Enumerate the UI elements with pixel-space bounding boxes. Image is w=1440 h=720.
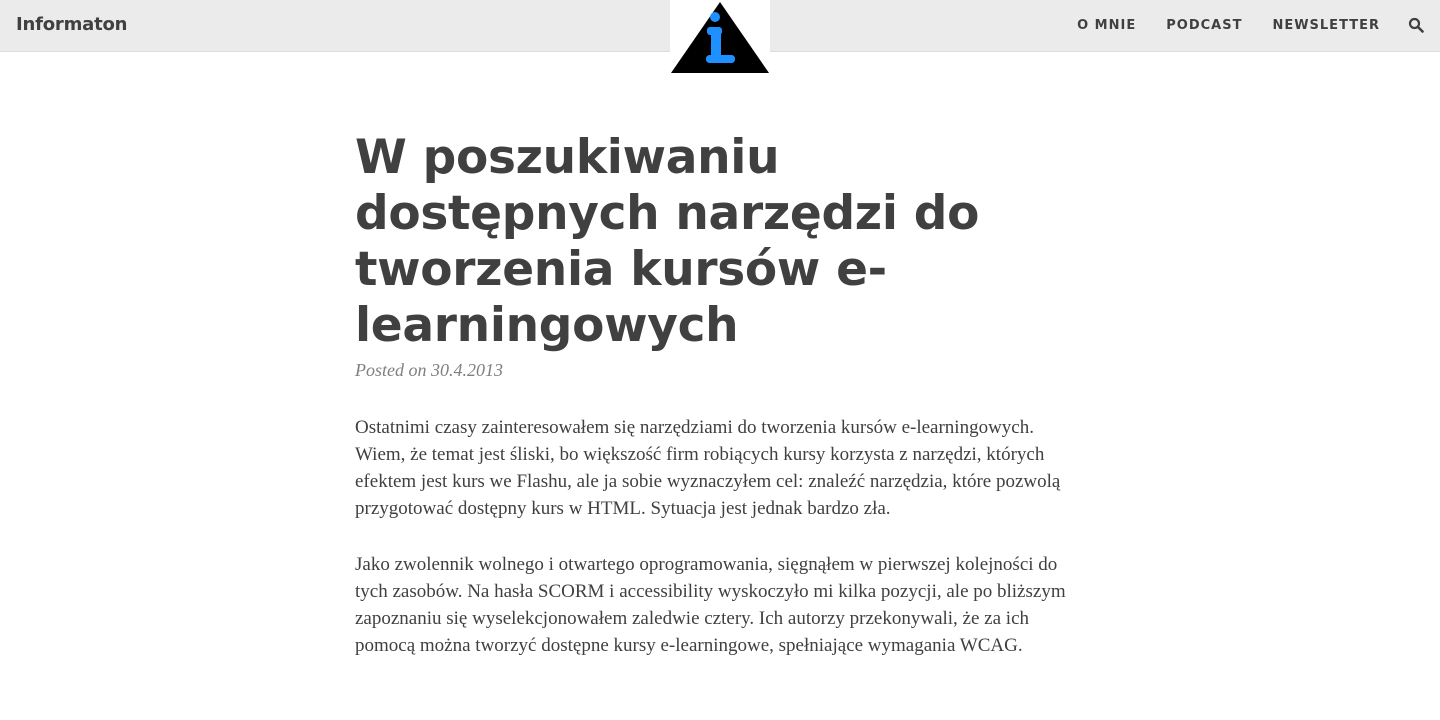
main-nav: O MNIE PODCAST NEWSLETTER xyxy=(1077,18,1380,33)
nav-link-podcast[interactable]: PODCAST xyxy=(1166,18,1242,33)
info-triangle-logo-icon xyxy=(671,2,769,73)
post-date: Posted on 30.4.2013 xyxy=(355,360,503,380)
nav-link-o-mnie[interactable]: O MNIE xyxy=(1077,18,1136,33)
post-title: W poszukiwaniu dostępnych narzędzi do tw… xyxy=(355,130,980,353)
post-paragraph: Jako zwolennik wolnego i otwartego oprog… xyxy=(355,554,1066,656)
site-logo[interactable] xyxy=(670,0,770,75)
brand-link[interactable]: Informaton xyxy=(16,14,127,35)
nav-link-newsletter[interactable]: NEWSLETTER xyxy=(1272,18,1380,33)
post-paragraph: Ostatnimi czasy zainteresowałem się narz… xyxy=(355,417,1061,519)
post-body: Ostatnimi czasy zainteresowałem się narz… xyxy=(355,414,1080,688)
search-icon[interactable] xyxy=(1408,17,1424,33)
